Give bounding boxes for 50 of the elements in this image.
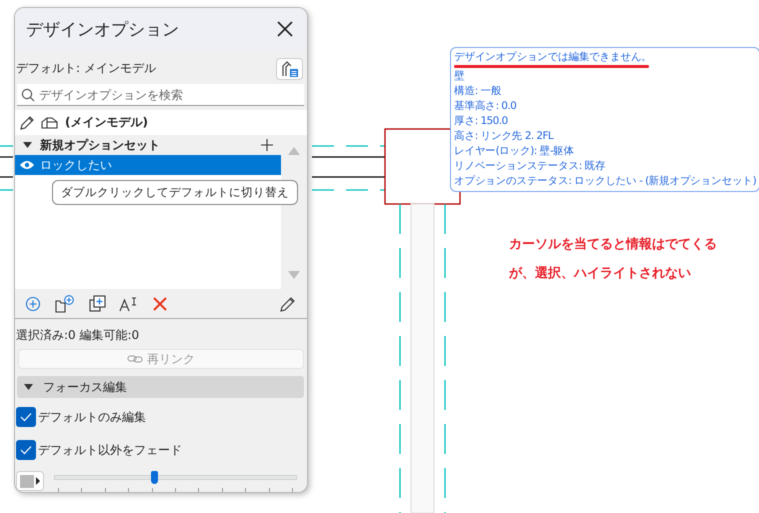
annotation-text: カーソルを当てると情報はでてくる [509,236,717,254]
duplicate-icon[interactable] [89,295,106,312]
caret-icon [36,477,40,485]
info-line: 構造: 一般 [454,84,502,99]
slider-thumb[interactable] [150,471,158,484]
wall-lines-drawing [0,145,13,191]
folder-add-icon[interactable] [54,294,76,312]
delete-icon[interactable] [152,296,168,312]
check-icon [20,412,32,422]
checkbox-label: デフォルトのみ編集 [38,408,146,426]
options-button[interactable] [276,58,303,80]
link-icon [127,354,143,364]
info-line: 厚さ: 150.0 [454,114,508,129]
caret-icon [24,384,33,390]
check-icon [20,445,32,455]
info-line: 高さ: リンク先 2. 2FL [454,129,554,144]
annotation-text: が、選択、ハイライトされない [509,265,692,283]
option-set-name: 新規オプションセット [40,136,160,154]
search-field[interactable]: デザインオプションを検索 [17,84,304,106]
pencil-icon [19,114,35,130]
info-line: リノベーションステータス: 既存 [454,159,606,174]
info-line: レイヤー(ロック): 壁-躯体 [454,144,574,159]
hint-tooltip: ダブルクリックしてデフォルトに切り替え [52,180,298,205]
search-icon [21,88,35,102]
house-icon [41,116,59,130]
add-icon[interactable] [261,139,273,151]
color-button[interactable] [16,471,44,491]
checkbox-label: デフォルト以外をフェード [38,442,182,458]
close-button[interactable] [275,19,295,39]
fade-slider[interactable] [54,471,297,491]
close-icon [277,21,293,37]
option-row[interactable]: ロックしたい [15,155,281,175]
info-line: デザインオプションでは編集できません。 [454,50,652,65]
pencil-icon[interactable] [279,294,297,312]
eye-icon[interactable] [19,160,35,170]
info-line: 基準高さ: 0.0 [454,99,516,114]
info-line: 壁 [454,69,464,84]
caret-icon [23,142,32,148]
color-swatch [20,474,34,488]
checkbox[interactable] [16,407,36,427]
main-model-item[interactable]: (メインモデル) [65,114,148,131]
checkbox[interactable] [16,440,36,460]
section-header[interactable]: フォーカス編集 [17,376,304,398]
window-title: デザインオプション [26,18,180,40]
option-set-header[interactable]: 新規オプションセット [15,135,281,155]
default-label: デフォルト: メインモデル [16,60,156,77]
status-text: 選択済み:0 編集可能:0 [16,327,140,343]
rename-icon[interactable] [119,296,139,312]
house-list-icon [280,60,298,78]
info-line: オプションのステータス: ロックしたい - (新規オプションセット) [454,174,756,189]
